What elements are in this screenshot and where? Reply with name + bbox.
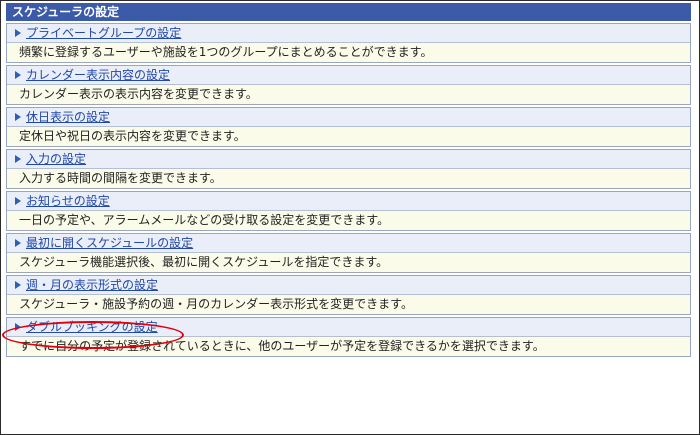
setting-description: すでに自分の予定が登録されているときに、他のユーザーが予定を登録できるかを選択で… xyxy=(7,337,690,356)
holiday-display-settings-link[interactable]: 休日表示の設定 xyxy=(26,110,110,124)
triangle-right-icon xyxy=(15,238,21,247)
triangle-right-icon xyxy=(15,280,21,289)
setting-description: 定休日や祝日の表示内容を変更できます。 xyxy=(7,127,690,146)
settings-list: プライベートグループの設定 頻繁に登録するユーザーや施設を1つのグループにまとめ… xyxy=(6,23,691,359)
setting-description: 頻繁に登録するユーザーや施設を1つのグループにまとめることができます。 xyxy=(7,43,690,62)
setting-item-initial-schedule: 最初に開くスケジュールの設定 スケジューラ機能選択後、最初に開くスケジュールを指… xyxy=(6,233,691,273)
triangle-right-icon xyxy=(15,70,21,79)
setting-item-private-group: プライベートグループの設定 頻繁に登録するユーザーや施設を1つのグループにまとめ… xyxy=(6,23,691,63)
setting-description: スケジューラ機能選択後、最初に開くスケジュールを指定できます。 xyxy=(7,253,690,272)
initial-schedule-settings-link[interactable]: 最初に開くスケジュールの設定 xyxy=(26,236,193,250)
page-title: スケジューラの設定 xyxy=(6,3,691,21)
triangle-right-icon xyxy=(15,112,21,121)
double-booking-settings-link[interactable]: ダブルブッキングの設定 xyxy=(26,320,158,334)
setting-item-holiday-display: 休日表示の設定 定休日や祝日の表示内容を変更できます。 xyxy=(6,107,691,147)
setting-description: 入力する時間の間隔を変更できます。 xyxy=(7,169,690,188)
setting-item-double-booking: ダブルブッキングの設定 すでに自分の予定が登録されているときに、他のユーザーが予… xyxy=(6,317,691,357)
triangle-right-icon xyxy=(15,28,21,37)
week-month-format-settings-link[interactable]: 週・月の表示形式の設定 xyxy=(26,278,158,292)
setting-description: スケジューラ・施設予約の週・月のカレンダー表示形式を変更できます。 xyxy=(7,295,690,314)
setting-description: 一日の予定や、アラームメールなどの受け取る設定を変更できます。 xyxy=(7,211,690,230)
triangle-right-icon xyxy=(15,322,21,331)
private-group-settings-link[interactable]: プライベートグループの設定 xyxy=(26,26,181,40)
setting-description: カレンダー表示の表示内容を変更できます。 xyxy=(7,85,690,104)
setting-item-input: 入力の設定 入力する時間の間隔を変更できます。 xyxy=(6,149,691,189)
setting-item-calendar-display: カレンダー表示内容の設定 カレンダー表示の表示内容を変更できます。 xyxy=(6,65,691,105)
triangle-right-icon xyxy=(15,154,21,163)
setting-item-week-month-format: 週・月の表示形式の設定 スケジューラ・施設予約の週・月のカレンダー表示形式を変更… xyxy=(6,275,691,315)
setting-item-notification: お知らせの設定 一日の予定や、アラームメールなどの受け取る設定を変更できます。 xyxy=(6,191,691,231)
notification-settings-link[interactable]: お知らせの設定 xyxy=(26,194,110,208)
input-settings-link[interactable]: 入力の設定 xyxy=(26,152,86,166)
calendar-display-settings-link[interactable]: カレンダー表示内容の設定 xyxy=(26,68,170,82)
triangle-right-icon xyxy=(15,196,21,205)
